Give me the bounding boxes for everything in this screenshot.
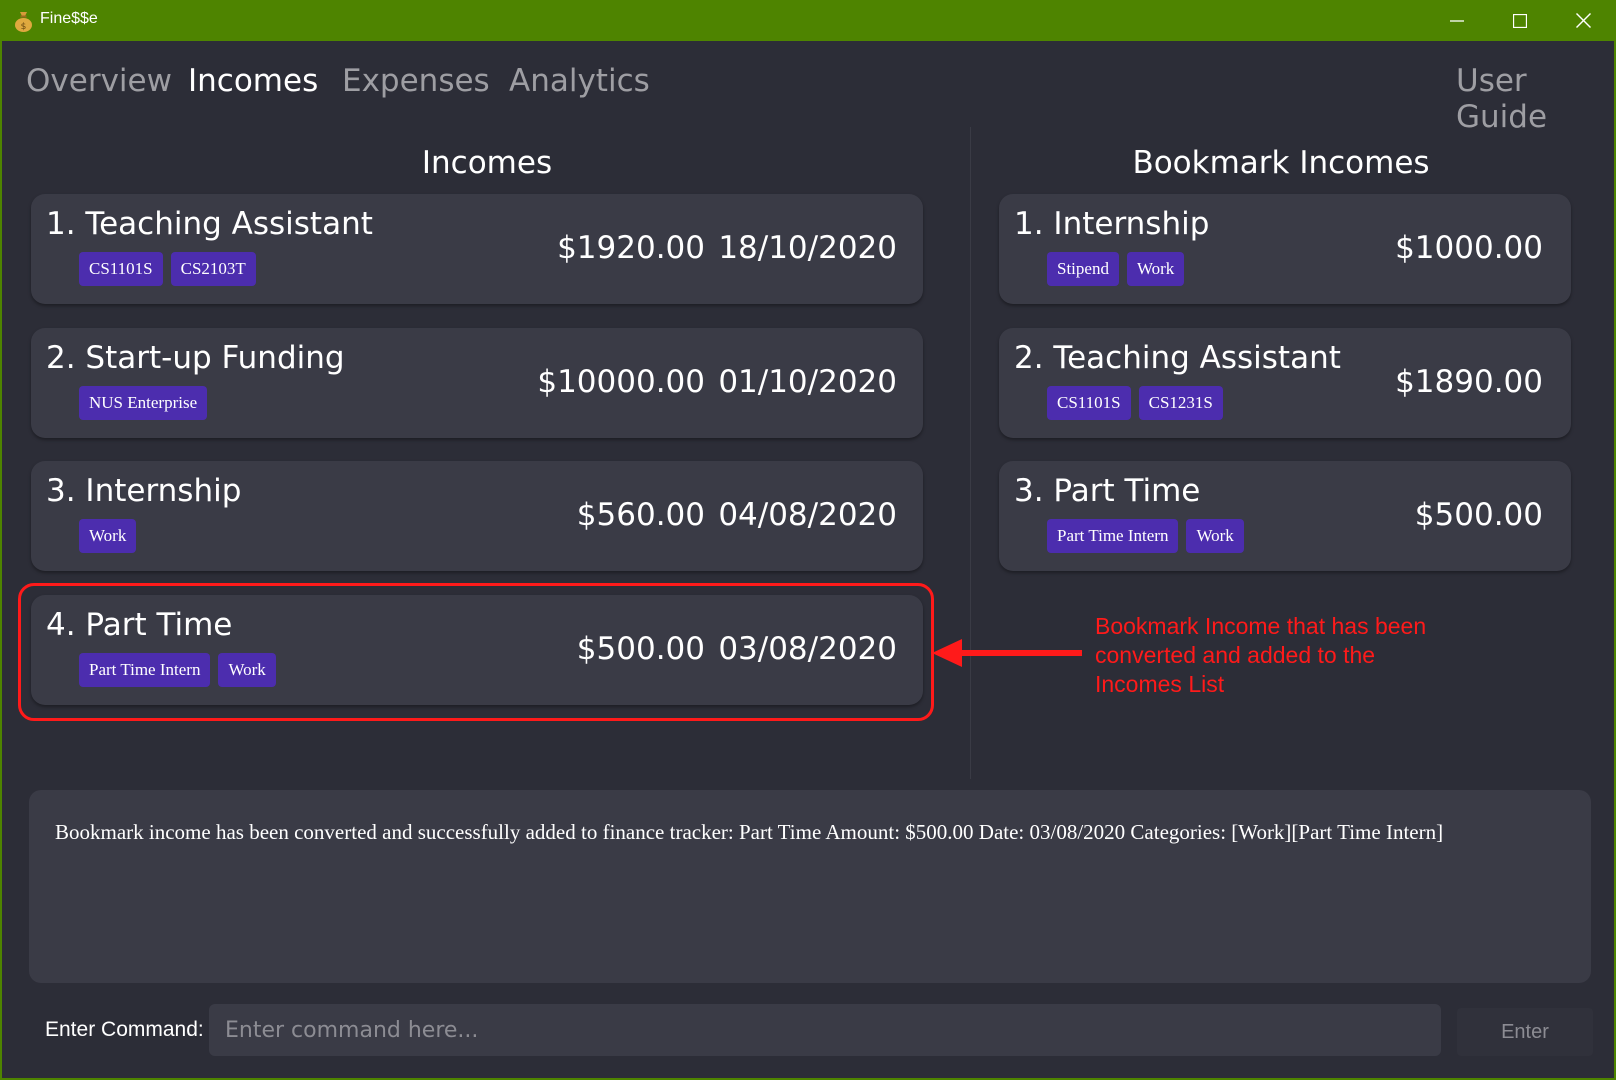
bookmark-income-card[interactable]: 1. Internship Stipend Work $1000.00 (999, 194, 1571, 304)
category-tag: Work (1126, 252, 1185, 286)
bookmark-tags: Part Time Intern Work (1047, 519, 1244, 553)
app-window: $ Fine$$e Overview Incomes Expenses Anal… (0, 0, 1616, 1080)
category-tag: Work (1186, 519, 1244, 553)
result-display: Bookmark income has been converted and s… (29, 790, 1591, 983)
highlight-box (18, 583, 934, 721)
svg-text:$: $ (21, 22, 27, 32)
maximize-button[interactable] (1489, 0, 1551, 41)
incomes-title: Incomes (421, 145, 553, 181)
income-card[interactable]: 1. Teaching Assistant CS1101S CS2103T $1… (31, 194, 923, 304)
category-tag: CS1101S (79, 252, 163, 286)
bookmark-amount: $500.00 (1414, 497, 1543, 533)
tab-overview[interactable]: Overview (26, 63, 172, 99)
category-tag: CS2103T (170, 252, 256, 286)
tab-expenses[interactable]: Expenses (342, 63, 490, 99)
income-tags: CS1101S CS2103T (79, 252, 256, 286)
minimize-button[interactable] (1426, 0, 1488, 41)
command-label: Enter Command: (45, 1018, 204, 1041)
tab-incomes[interactable]: Incomes (188, 63, 318, 99)
income-name: 2. Start-up Funding (46, 340, 345, 376)
category-tag: CS1231S (1138, 386, 1223, 420)
bookmark-income-card[interactable]: 3. Part Time Part Time Intern Work $500.… (999, 461, 1571, 571)
command-input[interactable] (209, 1004, 1441, 1056)
close-button[interactable] (1552, 0, 1614, 41)
income-amount: $1920.00 (557, 230, 705, 266)
maximize-icon (1513, 13, 1527, 28)
bookmark-tags: CS1101S CS1231S (1047, 386, 1223, 420)
income-date: 18/10/2020 (718, 230, 897, 266)
income-tags: Work (79, 519, 137, 553)
income-date: 04/08/2020 (718, 497, 897, 533)
money-bag-icon: $ (15, 12, 32, 32)
bookmark-name: 1. Internship (1014, 206, 1210, 242)
income-name: 1. Teaching Assistant (46, 206, 373, 242)
category-tag: Part Time Intern (1047, 519, 1179, 553)
category-tag: NUS Enterprise (79, 386, 208, 420)
category-tag: Stipend (1047, 252, 1119, 286)
tab-analytics[interactable]: Analytics (509, 63, 650, 99)
tab-bar: Overview Incomes Expenses Analytics User… (2, 41, 1614, 135)
annotation-note: Bookmark Income that has been converted … (1095, 613, 1427, 697)
income-card[interactable]: 2. Start-up Funding NUS Enterprise $1000… (31, 328, 923, 438)
user-guide-button[interactable]: User Guide (1456, 63, 1614, 135)
arrow-left-icon (932, 639, 1082, 667)
income-date: 01/10/2020 (718, 364, 897, 400)
bookmark-tags: Stipend Work (1047, 252, 1185, 286)
income-name: 3. Internship (46, 473, 242, 509)
bookmark-income-card[interactable]: 2. Teaching Assistant CS1101S CS1231S $1… (999, 328, 1571, 438)
income-tags: NUS Enterprise (79, 386, 208, 420)
close-icon (1575, 13, 1591, 28)
income-amount: $10000.00 (537, 364, 705, 400)
bookmark-amount: $1000.00 (1395, 230, 1543, 266)
enter-button[interactable]: Enter (1457, 1008, 1593, 1056)
bookmark-name: 2. Teaching Assistant (1014, 340, 1341, 376)
bookmark-name: 3. Part Time (1014, 473, 1201, 509)
income-amount: $560.00 (576, 497, 705, 533)
income-card[interactable]: 3. Internship Work $560.00 04/08/2020 (31, 461, 923, 571)
window-title: Fine$$e (40, 10, 98, 27)
category-tag: CS1101S (1047, 386, 1131, 420)
category-tag: Work (79, 519, 137, 553)
title-bar: $ Fine$$e (2, 0, 1614, 41)
minimize-icon (1450, 19, 1464, 22)
bookmark-incomes-title: Bookmark Incomes (1132, 145, 1430, 181)
bookmark-amount: $1890.00 (1395, 364, 1543, 400)
